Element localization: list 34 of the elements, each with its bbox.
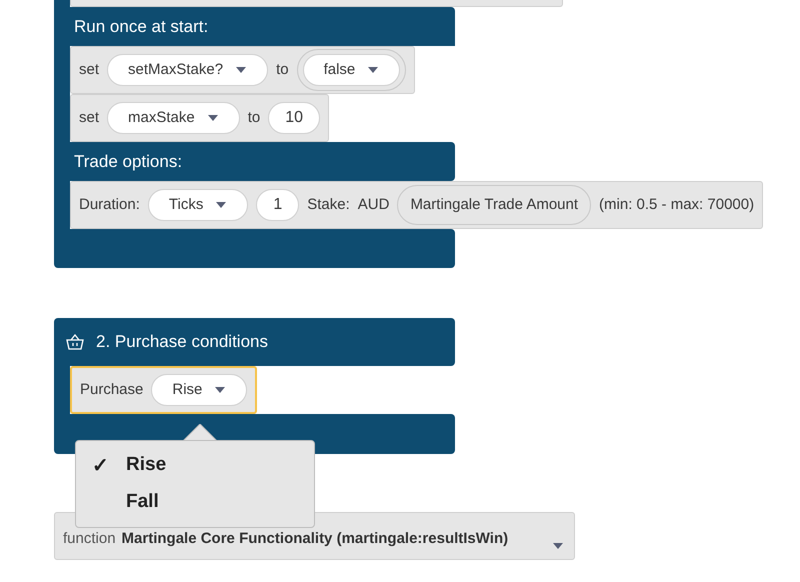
block-label: set <box>79 108 100 128</box>
block-label: to <box>248 108 260 128</box>
dropdown-field[interactable]: Rise <box>151 374 248 406</box>
caret-icon <box>214 386 226 394</box>
caret-icon <box>552 542 564 550</box>
number-field[interactable]: 1 <box>256 189 300 221</box>
section-heading: Run once at start: <box>74 16 208 38</box>
block-label: set <box>79 60 100 80</box>
statement-block[interactable]: Duration: Ticks 1 Stake: AUD Martingale Trade Amount (min: 0.5 - max: 70000) <box>70 181 764 229</box>
dropdown-field[interactable]: maxStake <box>107 102 240 134</box>
caret-icon <box>215 201 228 209</box>
caret-icon <box>367 66 380 74</box>
statement-block[interactable]: set setMaxStake? to false <box>70 46 416 94</box>
number-field[interactable]: 10 <box>268 102 320 134</box>
dropdown-field[interactable]: setMaxStake? <box>107 54 268 86</box>
check-icon: ✓ <box>92 450 109 480</box>
basket-icon <box>66 334 84 350</box>
variable-block[interactable]: Martingale Trade Amount <box>397 185 592 225</box>
dropdown-field[interactable]: false <box>302 54 400 86</box>
statement-block[interactable]: set maxStake to 10 <box>70 94 330 142</box>
caret-icon <box>206 114 219 122</box>
function-keyword: function <box>63 528 116 548</box>
block-label: Purchase <box>80 380 144 400</box>
function-name: Martingale Core Functionality (martingale:resultIsWin) <box>122 528 508 548</box>
dropdown-field[interactable]: Ticks <box>148 189 248 221</box>
block-title: 2. Purchase conditions <box>96 331 268 354</box>
block-label: to <box>276 60 289 80</box>
block-label: (min: 0.5 - max: 70000) <box>599 194 754 215</box>
section-heading: Trade options: <box>74 150 182 173</box>
block-label: Stake: <box>307 194 350 215</box>
block-label: Duration: <box>79 194 140 215</box>
statement-block[interactable]: Purchase Rise <box>70 366 258 414</box>
caret-icon <box>235 66 248 74</box>
block-label: AUD <box>358 194 390 215</box>
